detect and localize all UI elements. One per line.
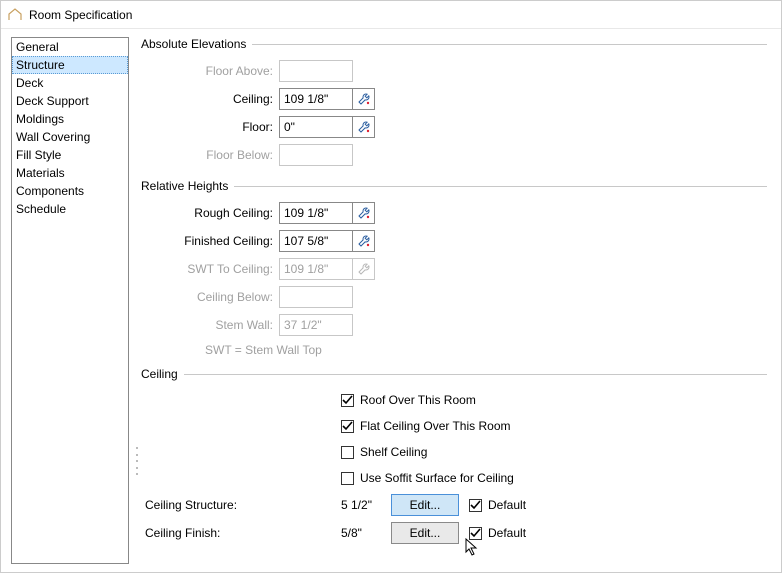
input-ceiling-below [279, 286, 353, 308]
label-finish-default: Default [488, 526, 526, 540]
value-ceiling-finish: 5/8" [341, 526, 391, 540]
label-ceiling-structure: Ceiling Structure: [141, 498, 341, 512]
titlebar: Room Specification [1, 1, 781, 29]
label-structure-default: Default [488, 498, 526, 512]
label-floor-above: Floor Above: [169, 64, 279, 78]
label-floor: Floor: [169, 120, 279, 134]
window-title: Room Specification [29, 8, 132, 22]
wrench-icon[interactable] [352, 203, 374, 223]
nav-item-general[interactable]: General [12, 38, 128, 56]
nav-item-deck[interactable]: Deck [12, 74, 128, 92]
checkbox-flat-ceiling[interactable] [341, 420, 354, 433]
nav-item-schedule[interactable]: Schedule [12, 200, 128, 218]
label-swt-to-ceiling: SWT To Ceiling: [169, 262, 279, 276]
wrench-icon [352, 259, 374, 279]
edit-ceiling-structure-button[interactable]: Edit... [391, 494, 459, 516]
label-floor-below: Floor Below: [169, 148, 279, 162]
group-relative: Relative Heights Rough Ceiling: [141, 179, 767, 357]
label-shelf-ceiling: Shelf Ceiling [360, 445, 427, 459]
label-ceiling-below: Ceiling Below: [169, 290, 279, 304]
note-swt: SWT = Stem Wall Top [169, 339, 767, 357]
input-finished-ceiling[interactable] [279, 230, 375, 252]
input-swt-to-ceiling [279, 258, 375, 280]
checkbox-finish-default[interactable] [469, 527, 482, 540]
nav-item-fill-style[interactable]: Fill Style [12, 146, 128, 164]
input-ceiling[interactable] [279, 88, 375, 110]
label-finished-ceiling: Finished Ceiling: [169, 234, 279, 248]
input-floor[interactable] [279, 116, 375, 138]
group-ceiling: Ceiling Roof Over This Room Flat [141, 367, 767, 547]
nav-item-components[interactable]: Components [12, 182, 128, 200]
nav-item-materials[interactable]: Materials [12, 164, 128, 182]
edit-ceiling-finish-button[interactable]: Edit... [391, 522, 459, 544]
checkbox-structure-default[interactable] [469, 499, 482, 512]
group-absolute: Absolute Elevations Floor Above: Ceiling… [141, 37, 767, 169]
wrench-icon[interactable] [352, 89, 374, 109]
label-ceiling-finish: Ceiling Finish: [141, 526, 341, 540]
label-ceiling: Ceiling: [169, 92, 279, 106]
nav-item-deck-support[interactable]: Deck Support [12, 92, 128, 110]
app-icon [7, 7, 23, 23]
nav-item-moldings[interactable]: Moldings [12, 110, 128, 128]
checkbox-shelf-ceiling[interactable] [341, 446, 354, 459]
legend-ceiling: Ceiling [141, 367, 178, 381]
splitter-grip[interactable] [133, 447, 141, 475]
label-soffit: Use Soffit Surface for Ceiling [360, 471, 514, 485]
input-rough-ceiling[interactable] [279, 202, 375, 224]
legend-relative: Relative Heights [141, 179, 228, 193]
input-stem-wall [279, 314, 353, 336]
label-roof-over: Roof Over This Room [360, 393, 476, 407]
input-floor-above [279, 60, 353, 82]
value-ceiling-structure: 5 1/2" [341, 498, 391, 512]
checkbox-roof-over[interactable] [341, 394, 354, 407]
label-flat-ceiling: Flat Ceiling Over This Room [360, 419, 511, 433]
label-rough-ceiling: Rough Ceiling: [169, 206, 279, 220]
wrench-icon[interactable] [352, 231, 374, 251]
wrench-icon[interactable] [352, 117, 374, 137]
checkbox-soffit[interactable] [341, 472, 354, 485]
legend-absolute: Absolute Elevations [141, 37, 246, 51]
nav-item-wall-covering[interactable]: Wall Covering [12, 128, 128, 146]
nav-list: General Structure Deck Deck Support Mold… [11, 37, 129, 564]
nav-item-structure[interactable]: Structure [12, 56, 128, 74]
input-floor-below [279, 144, 353, 166]
label-stem-wall: Stem Wall: [169, 318, 279, 332]
